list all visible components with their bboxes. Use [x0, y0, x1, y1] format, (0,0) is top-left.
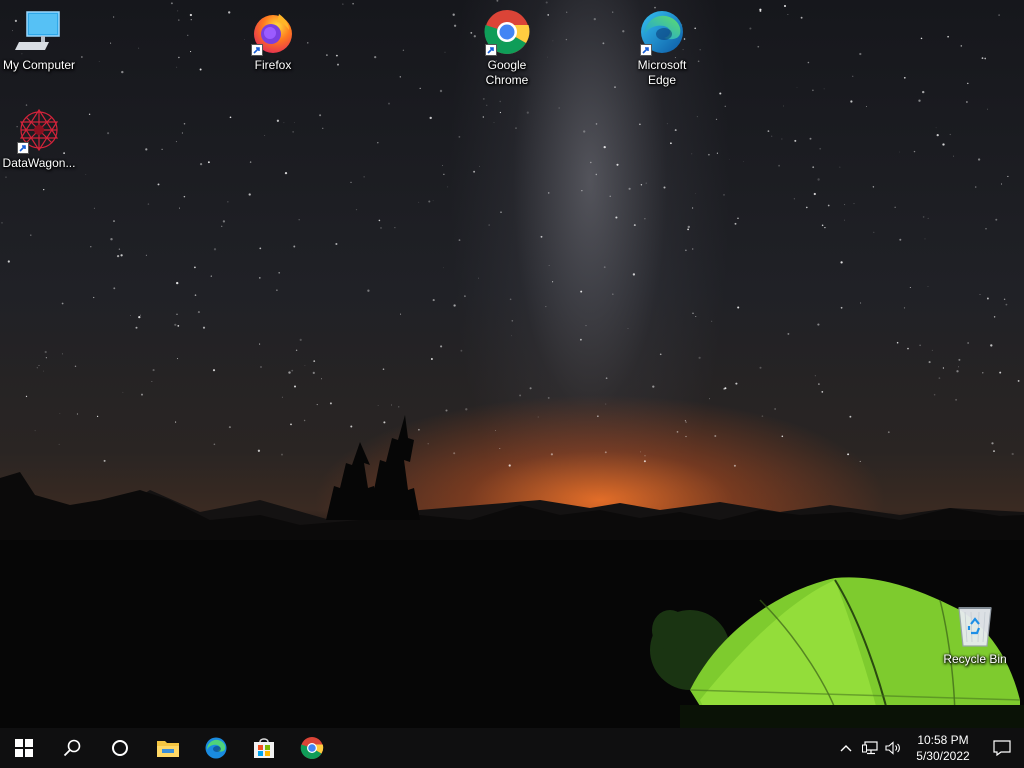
datawagon-icon: [15, 106, 63, 154]
start-icon: [15, 739, 33, 757]
shortcut-arrow-icon: [485, 44, 497, 56]
desktop-icon-microsoft-edge[interactable]: Microsoft Edge: [623, 8, 701, 88]
chevron-up-icon: [840, 745, 852, 752]
cortana-button[interactable]: [96, 728, 144, 768]
store-icon: [254, 738, 274, 758]
desktop-wallpaper: [0, 0, 1024, 728]
chrome-icon: [483, 8, 531, 56]
desktop-icon-label: Microsoft Edge: [637, 58, 687, 87]
start-button[interactable]: [0, 728, 48, 768]
clock-time: 10:58 PM: [917, 733, 969, 747]
taskbar-file-explorer[interactable]: [144, 728, 192, 768]
volume-button[interactable]: [882, 728, 906, 768]
desktop-icon-label: Recycle Bin: [943, 652, 1007, 666]
show-hidden-icons-button[interactable]: [834, 728, 858, 768]
network-button[interactable]: [858, 728, 882, 768]
taskbar-edge[interactable]: [192, 728, 240, 768]
desktop-icon-label: My Computer: [2, 58, 76, 72]
shortcut-arrow-icon: [251, 44, 263, 56]
chrome-icon: [300, 737, 324, 759]
taskbar-chrome[interactable]: [288, 728, 336, 768]
taskbar-microsoft-store[interactable]: [240, 728, 288, 768]
shortcut-arrow-icon: [640, 44, 652, 56]
desktop-icon-google-chrome[interactable]: Google Chrome: [468, 8, 546, 88]
action-center-icon: [993, 740, 1011, 756]
file-explorer-icon: [157, 741, 179, 757]
edge-icon: [638, 8, 686, 56]
firefox-icon: [249, 8, 297, 56]
desktop-icon-label: Firefox: [254, 58, 292, 72]
desktop-icon-recycle-bin[interactable]: Recycle Bin: [936, 602, 1014, 667]
cortana-icon: [112, 740, 128, 756]
search-icon: [63, 739, 81, 757]
search-button[interactable]: [48, 728, 96, 768]
clock-date: 5/30/2022: [916, 749, 970, 763]
shortcut-arrow-icon: [17, 142, 29, 154]
desktop-icon-label: DataWagon...: [2, 156, 76, 170]
computer-icon: [15, 8, 63, 56]
network-icon: [862, 741, 878, 755]
action-center-button[interactable]: [980, 728, 1024, 768]
desktop-icon-label: Google Chrome: [485, 58, 529, 87]
desktop-icon-datawagon[interactable]: DataWagon...: [0, 106, 78, 171]
system-tray: 10:58 PM 5/30/2022: [834, 728, 1024, 768]
mountain-landscape: [0, 415, 1024, 728]
taskbar-clock[interactable]: 10:58 PM 5/30/2022: [906, 728, 980, 768]
volume-icon: [885, 741, 900, 755]
recycle-bin-icon: [951, 602, 999, 650]
edge-icon: [205, 737, 227, 759]
taskbar: 10:58 PM 5/30/2022: [0, 728, 1024, 768]
desktop-icon-my-computer[interactable]: My Computer: [0, 8, 78, 73]
desktop-icon-firefox[interactable]: Firefox: [234, 8, 312, 73]
